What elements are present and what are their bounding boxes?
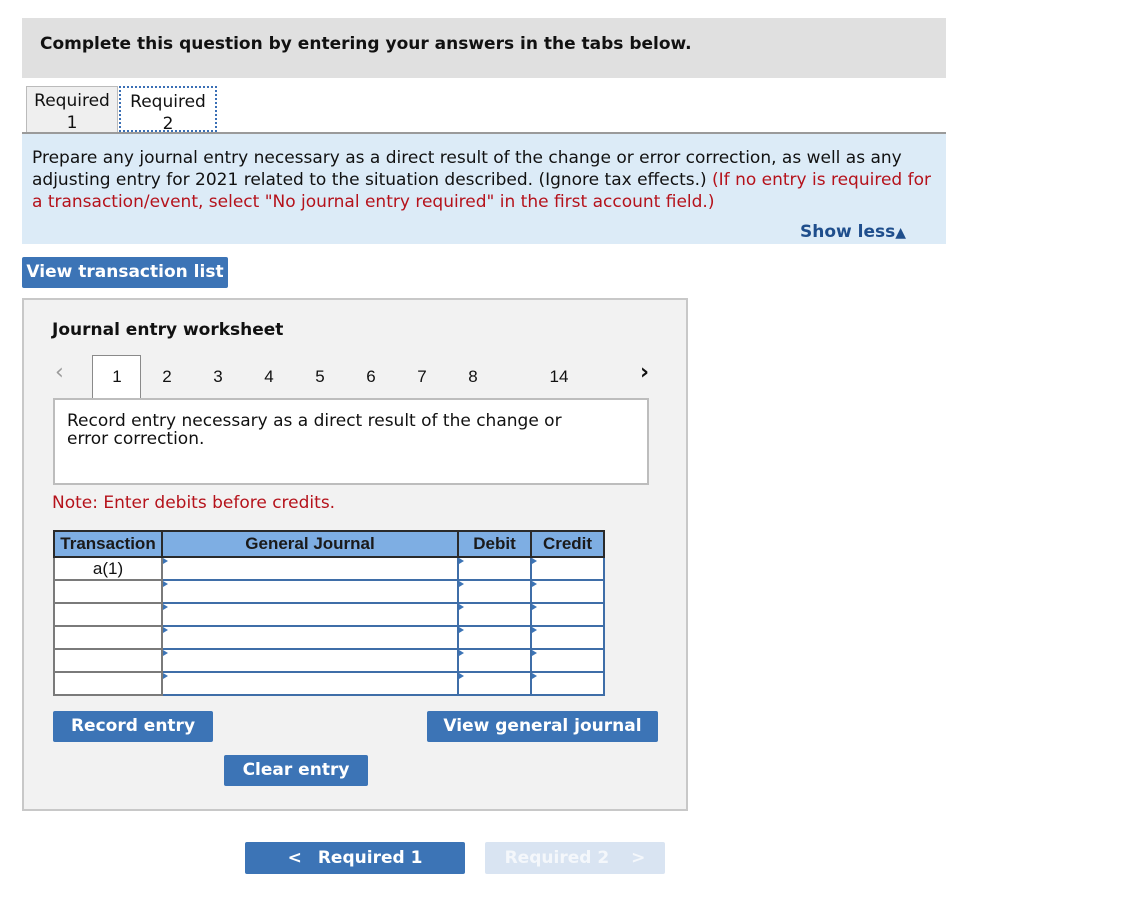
- chevron-right-icon: >: [631, 848, 646, 868]
- prev-required-button[interactable]: < Required 1: [245, 842, 465, 874]
- account-input[interactable]: [161, 671, 459, 696]
- clear-entry-button[interactable]: Clear entry: [224, 755, 368, 786]
- account-input[interactable]: [161, 625, 459, 650]
- page-7[interactable]: 7: [412, 367, 432, 387]
- journal-table: Transaction General Journal Debit Credit…: [53, 530, 605, 696]
- tab-label-line1: Required: [130, 92, 206, 112]
- table-row: [53, 671, 605, 696]
- debit-input[interactable]: [457, 648, 532, 673]
- credit-input[interactable]: [530, 579, 605, 604]
- page-1[interactable]: 1: [107, 367, 127, 387]
- show-less-link[interactable]: Show less▲: [800, 222, 906, 242]
- header-transaction: Transaction: [53, 530, 163, 558]
- account-input[interactable]: [161, 556, 459, 581]
- tab-required-1[interactable]: Required 1: [26, 86, 118, 133]
- chevron-right-icon[interactable]: ›: [640, 360, 649, 385]
- tab-label-line2: 1: [66, 113, 78, 133]
- page-3[interactable]: 3: [208, 367, 228, 387]
- prev-required-label: Required 1: [317, 848, 423, 868]
- account-input[interactable]: [161, 648, 459, 673]
- view-general-journal-button[interactable]: View general journal: [427, 711, 658, 742]
- debit-input[interactable]: [457, 671, 532, 696]
- page-14[interactable]: 14: [549, 367, 569, 387]
- transaction-cell: [53, 625, 163, 650]
- chevron-left-icon: <: [287, 848, 302, 868]
- header-debit: Debit: [457, 530, 532, 558]
- page-6[interactable]: 6: [361, 367, 381, 387]
- show-less-label: Show less: [800, 222, 896, 242]
- next-required-button: Required 2 >: [485, 842, 665, 874]
- table-row: [53, 625, 605, 650]
- credit-input[interactable]: [530, 556, 605, 581]
- transaction-cell: a(1): [53, 556, 163, 581]
- table-row: a(1): [53, 556, 605, 581]
- transaction-cell: [53, 671, 163, 696]
- triangle-up-icon: ▲: [895, 225, 907, 241]
- tab-required-2[interactable]: Required 2: [119, 86, 217, 134]
- debit-input[interactable]: [457, 625, 532, 650]
- credit-input[interactable]: [530, 602, 605, 627]
- debit-input[interactable]: [457, 556, 532, 581]
- transaction-cell: [53, 579, 163, 604]
- table-row: [53, 648, 605, 673]
- instructions-text: Prepare any journal entry necessary as a…: [32, 147, 937, 213]
- header-credit: Credit: [530, 530, 605, 558]
- record-entry-button[interactable]: Record entry: [53, 711, 213, 742]
- page-5[interactable]: 5: [310, 367, 330, 387]
- debit-input[interactable]: [457, 579, 532, 604]
- account-input[interactable]: [161, 602, 459, 627]
- tab-label-line1: Required: [34, 91, 110, 111]
- credit-input[interactable]: [530, 671, 605, 696]
- next-required-label: Required 2: [504, 848, 610, 868]
- credit-input[interactable]: [530, 648, 605, 673]
- credit-input[interactable]: [530, 625, 605, 650]
- page-title: Complete this question by entering your …: [40, 34, 692, 54]
- table-header-row: Transaction General Journal Debit Credit: [53, 530, 605, 558]
- page-4[interactable]: 4: [259, 367, 279, 387]
- chevron-left-icon[interactable]: ‹: [55, 360, 64, 385]
- page-2[interactable]: 2: [157, 367, 177, 387]
- view-transaction-list-button[interactable]: View transaction list: [22, 257, 228, 288]
- account-input[interactable]: [161, 579, 459, 604]
- transaction-cell: [53, 648, 163, 673]
- debit-input[interactable]: [457, 602, 532, 627]
- header-general-journal: General Journal: [161, 530, 459, 558]
- entry-description: Record entry necessary as a direct resul…: [67, 411, 562, 449]
- table-row: [53, 602, 605, 627]
- debit-credit-note: Note: Enter debits before credits.: [52, 493, 336, 513]
- worksheet-title: Journal entry worksheet: [52, 320, 284, 340]
- page-8[interactable]: 8: [463, 367, 483, 387]
- transaction-cell: [53, 602, 163, 627]
- table-row: [53, 579, 605, 604]
